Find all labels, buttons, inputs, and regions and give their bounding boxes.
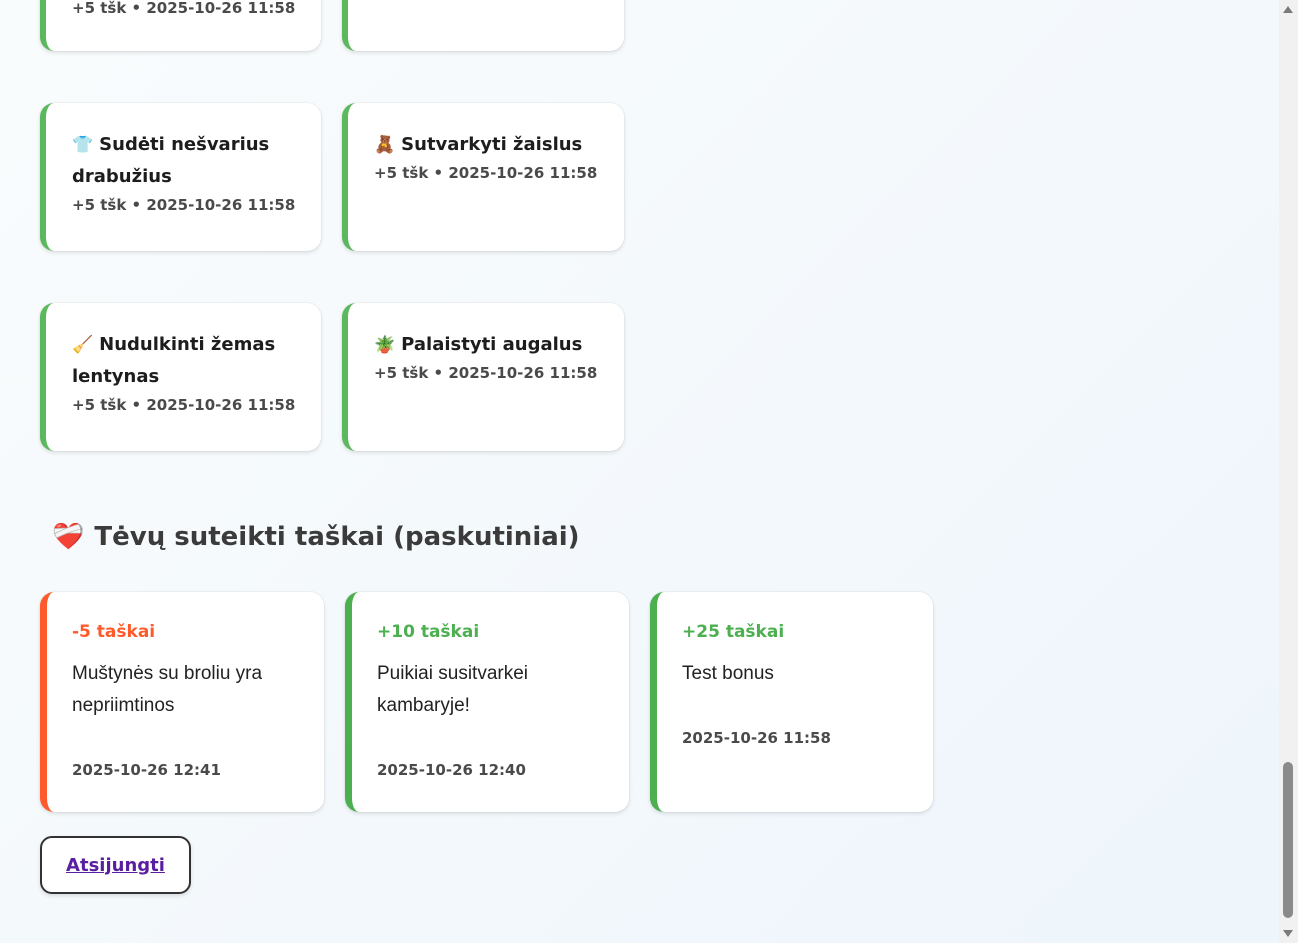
mending-heart-icon: ❤️‍🩹: [52, 522, 85, 552]
bonus-date: 2025-10-26 12:41: [72, 761, 221, 779]
logout-link[interactable]: Atsijungti: [66, 855, 165, 876]
task-title-text: Sudėti nešvarius drabužius: [72, 134, 270, 187]
scrollbar[interactable]: [1279, 0, 1298, 943]
task-meta: +5 tšk • 2025-10-26 11:58: [72, 0, 296, 17]
bonus-date: 2025-10-26 12:40: [377, 761, 526, 779]
shirt-icon: 👕: [72, 135, 94, 155]
bonus-points: +10 taškai: [377, 622, 480, 642]
section-title: ❤️‍🩹 Tėvų suteikti taškai (paskutiniai): [52, 516, 580, 558]
scroll-up-arrow-icon[interactable]: [1283, 6, 1293, 13]
bonus-card: +25 taškai Test bonus 2025-10-26 11:58: [650, 592, 933, 812]
task-title-text: Palaistyti augalus: [401, 334, 583, 355]
bonus-message: Test bonus: [682, 663, 774, 684]
task-card: 🧹 Nudulkinti žemas lentynas +5 tšk • 2025…: [40, 303, 321, 451]
task-meta: +5 tšk • 2025-10-26 11:58: [374, 364, 598, 382]
task-title: 👕 Sudėti nešvarius drabužius: [72, 129, 297, 193]
task-title-text: Sutvarkyti žaislus: [401, 134, 583, 155]
task-card: 🪴 Palaistyti augalus +5 tšk • 2025-10-26 …: [342, 303, 624, 451]
task-card: [342, 0, 624, 51]
bonus-message: Muštynės su broliu yra nepriimtinos: [72, 663, 263, 716]
logout-button[interactable]: Atsijungti: [40, 836, 191, 894]
scrollbar-thumb[interactable]: [1283, 762, 1293, 918]
broom-icon: 🧹: [72, 335, 94, 355]
task-title: 🧹 Nudulkinti žemas lentynas: [72, 329, 297, 393]
bonus-message: Puikiai susitvarkei kambaryje!: [377, 663, 528, 716]
bonus-card: +10 taškai Puikiai susitvarkei kambaryje…: [345, 592, 629, 812]
task-title-text: Nudulkinti žemas lentynas: [72, 334, 276, 387]
scroll-down-arrow-icon[interactable]: [1283, 930, 1293, 937]
teddy-bear-icon: 🧸: [374, 135, 396, 155]
task-title: 🪴 Palaistyti augalus: [374, 329, 600, 361]
task-meta: +5 tšk • 2025-10-26 11:58: [374, 164, 598, 182]
task-card: +5 tšk • 2025-10-26 11:58: [40, 0, 321, 51]
bonus-card: -5 taškai Muštynės su broliu yra nepriim…: [40, 592, 324, 812]
bonus-points: -5 taškai: [72, 622, 156, 642]
task-meta: +5 tšk • 2025-10-26 11:58: [72, 396, 296, 414]
section-title-text: Tėvų suteikti taškai (paskutiniai): [94, 522, 580, 552]
bonus-points: +25 taškai: [682, 622, 785, 642]
task-card: 🧸 Sutvarkyti žaislus +5 tšk • 2025-10-26 …: [342, 103, 624, 251]
task-title: 🧸 Sutvarkyti žaislus: [374, 129, 600, 161]
task-card: 👕 Sudėti nešvarius drabužius +5 tšk • 202…: [40, 103, 321, 251]
bonus-date: 2025-10-26 11:58: [682, 729, 831, 747]
task-meta: +5 tšk • 2025-10-26 11:58: [72, 196, 296, 214]
plant-icon: 🪴: [374, 335, 396, 355]
page: +5 tšk • 2025-10-26 11:58 👕 Sudėti nešvar…: [0, 0, 1279, 943]
